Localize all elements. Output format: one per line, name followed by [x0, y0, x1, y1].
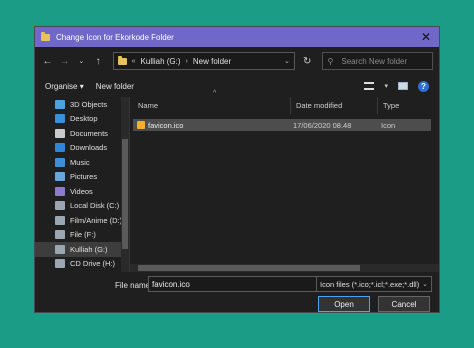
sidebar-item-label: File (F:) [70, 230, 96, 240]
chevron-down-icon: ⌄ [422, 281, 428, 288]
column-headers: Name ^ Date modified Type [130, 90, 439, 114]
caret-down-icon: ▾ [79, 81, 84, 91]
help-icon[interactable]: ? [418, 80, 429, 92]
desktop-icon [55, 114, 65, 124]
sidebar-item[interactable]: Desktop [35, 112, 129, 127]
new-folder-button[interactable]: New folder [96, 82, 134, 91]
refresh-icon: ↻ [303, 55, 312, 67]
file-name-field[interactable]: favicon.ico ⌄ [148, 276, 343, 292]
file-type: Icon [381, 120, 396, 130]
ico-file-icon [137, 121, 145, 129]
organise-button[interactable]: Organise ▾ [45, 82, 84, 91]
nav-scroll-thumb[interactable] [122, 139, 128, 249]
sidebar-item-label: Videos [70, 186, 93, 196]
column-type[interactable]: Type [378, 97, 438, 114]
sidebar-item-label: Local Disk (C:) [70, 201, 120, 211]
search-icon: ⚲ [327, 56, 334, 66]
back-button[interactable]: ← [41, 54, 54, 68]
drive-icon [55, 230, 65, 240]
h-scroll-thumb[interactable] [138, 265, 360, 271]
navigation-pane: 3D Objects Desktop Documents Downloads Music… [35, 97, 129, 272]
drive-icon [55, 201, 65, 211]
download-icon [55, 143, 65, 153]
file-name-value: favicon.ico [152, 279, 190, 289]
view-options-icon[interactable] [364, 82, 375, 90]
file-date: 17/06/2020 08.48 [293, 120, 352, 130]
arrow-up-icon: ↑ [95, 55, 101, 67]
cube-icon [55, 99, 65, 109]
sidebar-item[interactable]: Videos [35, 184, 129, 199]
address-bar[interactable]: « Kulliah (G:) › New folder ⌄ [112, 52, 295, 70]
drive-icon [55, 215, 65, 225]
chevron-down-icon: ⌄ [78, 58, 85, 65]
close-icon: ✕ [420, 30, 432, 44]
dialog-footer: File name: favicon.ico ⌄ Icon files (*.i… [35, 273, 439, 313]
videos-icon [55, 186, 65, 196]
recent-locations-button[interactable]: ⌄ [75, 54, 88, 68]
file-type-select[interactable]: Icon files (*.ico;*.icl;*.exe;*.dll) ⌄ [316, 276, 432, 292]
sidebar-item-label: CD Drive (H:) [70, 259, 115, 269]
nav-scrollbar[interactable] [121, 97, 129, 272]
refresh-button[interactable]: ↻ [299, 52, 316, 70]
sidebar-item[interactable]: CD Drive (H:) [35, 257, 129, 272]
sidebar-item[interactable]: Documents [35, 126, 129, 141]
window-title: Change Icon for Ekorkode Folder [56, 32, 174, 42]
arrow-left-icon: ← [42, 55, 53, 67]
breadcrumb-new-folder[interactable]: New folder [193, 57, 231, 66]
file-type-value: Icon files (*.ico;*.icl;*.exe;*.dll) [320, 279, 420, 289]
sidebar-item-label: Music [70, 157, 90, 167]
up-button[interactable]: ↑ [92, 54, 105, 68]
cancel-button[interactable]: Cancel [378, 296, 430, 312]
sidebar-item-label: Documents [70, 128, 108, 138]
search-input[interactable]: ⚲ Search New folder [321, 52, 434, 70]
navigation-bar: ← → ⌄ ↑ « Kulliah (G:) › New folder ⌄ ↻ … [35, 47, 439, 75]
sidebar-item[interactable]: Pictures [35, 170, 129, 185]
documents-icon [55, 128, 65, 138]
search-placeholder: Search New folder [341, 56, 408, 66]
sidebar-item[interactable]: File (F:) [35, 228, 129, 243]
overflow-breadcrumb[interactable]: « [132, 58, 136, 65]
sidebar-item-label: 3D Objects [70, 99, 108, 109]
folder-icon [41, 31, 50, 41]
table-row[interactable]: favicon.ico 17/06/2020 08.48 Icon [133, 119, 431, 131]
sidebar-item-label: Desktop [70, 114, 98, 124]
file-name-label: File name: [115, 281, 153, 290]
music-icon [55, 157, 65, 167]
pictures-icon [55, 172, 65, 182]
file-list: Name ^ Date modified Type favicon.ico 17… [129, 90, 439, 272]
cd-drive-icon [55, 259, 65, 269]
sidebar-item-label: Film/Anime (D:) [70, 215, 123, 225]
caret-down-icon[interactable]: ▾ [384, 82, 388, 90]
breadcrumb-kulliah[interactable]: Kulliah (G:) [141, 57, 181, 66]
horizontal-scrollbar[interactable] [130, 264, 439, 272]
sidebar-item-label: Downloads [70, 143, 108, 153]
file-name: favicon.ico [148, 120, 184, 130]
chevron-down-icon[interactable]: ⌄ [284, 57, 290, 65]
sort-ascending-icon: ^ [213, 90, 217, 97]
close-button[interactable]: ✕ [413, 27, 439, 47]
sidebar-item[interactable]: Local Disk (C:) [35, 199, 129, 214]
sidebar-item-label: Kulliah (G:) [70, 244, 108, 254]
sidebar-item[interactable]: Music [35, 155, 129, 170]
folder-icon [117, 55, 127, 65]
sidebar-item[interactable]: 3D Objects [35, 97, 129, 112]
open-button[interactable]: Open [318, 296, 370, 312]
browser-body: 3D Objects Desktop Documents Downloads Music… [35, 90, 439, 272]
column-name[interactable]: Name ^ [133, 90, 291, 114]
forward-button[interactable]: → [58, 54, 71, 68]
column-date-modified[interactable]: Date modified [291, 97, 378, 114]
sidebar-item[interactable]: Kulliah (G:) [35, 242, 129, 257]
sidebar-item[interactable]: Downloads [35, 141, 129, 156]
chevron-right-icon: › [185, 57, 188, 65]
arrow-right-icon: → [59, 55, 70, 67]
change-icon-dialog: Change Icon for Ekorkode Folder ✕ ← → ⌄ … [34, 26, 440, 313]
sidebar-item[interactable]: Film/Anime (D:) [35, 213, 129, 228]
title-bar: Change Icon for Ekorkode Folder ✕ [35, 27, 439, 47]
sidebar-item-label: Pictures [70, 172, 98, 182]
preview-pane-icon[interactable] [398, 82, 408, 90]
command-toolbar: Organise ▾ New folder ▾ ? [35, 75, 439, 97]
drive-icon [55, 244, 65, 254]
